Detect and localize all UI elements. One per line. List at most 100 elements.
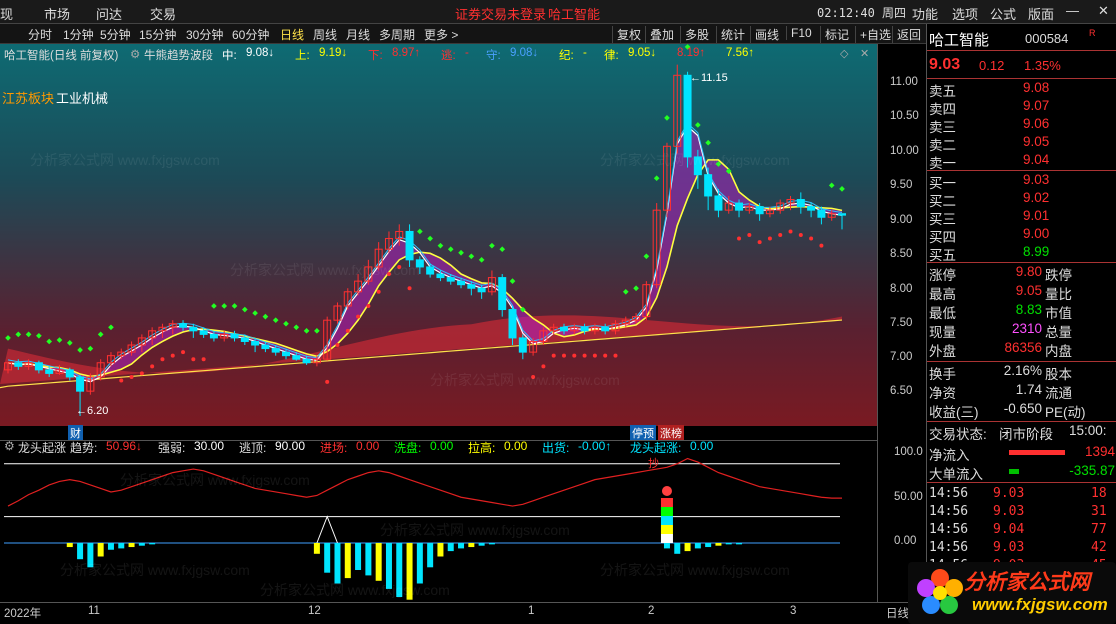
histogram-bar (385, 543, 392, 589)
back-button[interactable]: 返回 (892, 26, 921, 43)
bid-row[interactable]: 买三 9.01 (927, 208, 1116, 227)
tick-price: 9.04 (993, 522, 1025, 537)
login-warning[interactable]: 证券交易未登录 (455, 4, 546, 23)
topbar-stock-name: 哈工智能 (548, 7, 601, 22)
ask-row[interactable]: 卖一 9.04 (927, 152, 1116, 171)
price-tick: 7.00 (890, 351, 913, 363)
candle-body (271, 348, 280, 353)
histogram-bar (406, 543, 413, 600)
ask-price: 9.07 (1023, 98, 1050, 113)
period-weekly[interactable]: 周线 (313, 26, 337, 43)
bid-price: 9.00 (1023, 226, 1050, 241)
kline-chart-area[interactable] (0, 44, 877, 426)
period-30min[interactable]: 30分钟 (186, 26, 223, 43)
period-more[interactable]: 更多 > (424, 26, 458, 43)
candle-body (807, 206, 816, 211)
sar-dot-red (778, 233, 783, 237)
statistics-button[interactable]: 统计 (716, 26, 745, 43)
oscillator-name[interactable]: 龙头起涨 (18, 439, 66, 456)
close-indicator-icon[interactable]: ✕ (860, 47, 869, 60)
settings-icon[interactable]: ⚙ (130, 47, 140, 61)
ask-row[interactable]: 卖二 9.05 (927, 134, 1116, 153)
period-15min[interactable]: 15分钟 (139, 26, 176, 43)
minimize-icon[interactable]: — (1066, 3, 1079, 18)
big-inflow-label: 大单流入 (929, 467, 983, 482)
industry-label[interactable]: 工业机械 (56, 88, 108, 107)
sar-dot-green (25, 331, 32, 338)
stat-row: 现量 2310 总量 (927, 321, 1116, 340)
sar-dot-red (819, 243, 824, 248)
bid-price: 9.03 (1023, 172, 1050, 187)
formula-name[interactable]: 牛熊趋势波段 (144, 47, 213, 63)
settings-icon[interactable]: ⚙ (4, 439, 15, 453)
period-60min[interactable]: 60分钟 (232, 26, 269, 43)
candle-body (240, 337, 249, 342)
bid-row[interactable]: 买一 9.03 (927, 172, 1116, 191)
indicator-label: 上: (295, 50, 310, 62)
tick-row: 14:56 9.03 42 (927, 540, 1116, 558)
histogram-bar (427, 543, 434, 568)
sar-dot-red (531, 374, 536, 379)
sar-dot-green (468, 253, 475, 260)
period-fenshi[interactable]: 分时 (28, 26, 52, 43)
close-icon[interactable]: ✕ (1098, 3, 1109, 19)
menu-item-formula[interactable]: 公式 (990, 4, 1016, 23)
menu-item-layout[interactable]: 版面 (1028, 4, 1054, 23)
period-5min[interactable]: 5分钟 (100, 26, 131, 43)
add-favorite-button[interactable]: +自选 (855, 26, 891, 43)
sar-dot-red (562, 353, 566, 358)
menu-item-function[interactable]: 功能 (912, 4, 938, 23)
draw-line-button[interactable]: 画线 (750, 26, 779, 43)
period-monthly[interactable]: 月线 (346, 26, 370, 43)
sar-dot-red (160, 357, 165, 362)
stat-row: 最高 9.05 量比 (927, 283, 1116, 302)
oscillator-svg (4, 457, 843, 600)
overlay-button[interactable]: 叠加 (645, 26, 674, 43)
indicator-item: 7.56↑ (726, 47, 755, 59)
period-daily[interactable]: 日线 (280, 26, 304, 43)
menu-item-wenda[interactable]: 问达 (96, 4, 122, 23)
diamond-icon[interactable]: ◇ (840, 47, 848, 60)
high-price-marker: ←11.15 (690, 72, 728, 84)
menu-item-discover[interactable]: 现 (0, 4, 13, 23)
sar-dot-red (335, 343, 340, 348)
menu-item-market[interactable]: 市场 (44, 4, 70, 23)
osc-tick: 50.00 (894, 491, 923, 503)
sar-dot-green (437, 242, 444, 249)
ask-row[interactable]: 卖三 9.06 (927, 116, 1116, 135)
sar-dot-red (551, 353, 556, 358)
period-multi[interactable]: 多周期 (379, 26, 415, 43)
stat-row: 净资 1.74 流通 (927, 382, 1116, 401)
price-tick: 11.00 (890, 76, 918, 88)
ask-label: 卖二 (929, 138, 956, 153)
sar-dot-green (427, 235, 433, 242)
bid-price: 9.02 (1023, 190, 1050, 205)
bid-row[interactable]: 买五 8.99 (927, 244, 1116, 263)
oscillator-panel[interactable] (0, 440, 877, 602)
sar-dot-green (622, 288, 629, 295)
f10-button[interactable]: F10 (786, 26, 812, 40)
mark-button[interactable]: 标记 (820, 26, 849, 43)
low-price-value: 6.20 (87, 405, 109, 417)
stat-label-2: 流通 (1045, 386, 1072, 401)
multi-stock-button[interactable]: 多股 (680, 26, 709, 43)
low-price-marker: ←6.20 (76, 405, 109, 417)
trade-state-row: 交易状态: 闭市阶段 15:00: (927, 423, 1116, 442)
bid-row[interactable]: 买四 9.00 (927, 226, 1116, 245)
period-indicator[interactable]: 日线 (886, 605, 909, 621)
sector-label[interactable]: 江苏板块 (2, 88, 54, 107)
candle-body (457, 280, 466, 286)
ask-row[interactable]: 卖四 9.07 (927, 98, 1116, 117)
sar-dot-red (572, 353, 577, 358)
big-inflow-row: 大单流入 -335.87 (927, 463, 1116, 482)
bid-row[interactable]: 买二 9.02 (927, 190, 1116, 209)
ask-row[interactable]: 卖五 9.08 (927, 80, 1116, 99)
menu-item-trade[interactable]: 交易 (150, 4, 176, 23)
price-tick: 6.50 (890, 385, 913, 397)
candle-body (755, 206, 764, 215)
watermark-logo: 分析家公式网 www.fxjgsw.com (908, 562, 1116, 624)
period-1min[interactable]: 1分钟 (63, 26, 94, 43)
candle-body (292, 355, 301, 360)
menu-item-options[interactable]: 选项 (952, 4, 978, 23)
restore-rights-button[interactable]: 复权 (612, 26, 641, 43)
